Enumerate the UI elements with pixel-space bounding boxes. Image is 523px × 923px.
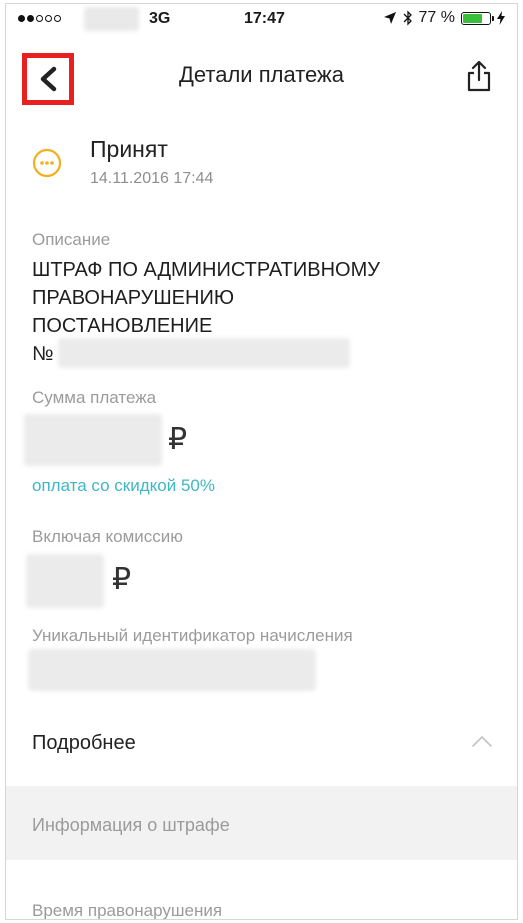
commission-redacted [26, 554, 104, 608]
chevron-up-icon [472, 736, 492, 747]
share-icon [467, 60, 491, 92]
clock: 17:47 [244, 10, 285, 27]
number-prefix: № [32, 343, 54, 365]
uin-label: Уникальный идентификатор начисления [32, 626, 353, 645]
commission-currency: ₽ [112, 563, 132, 596]
fine-info-section-header: Информация о штрафе [6, 786, 517, 860]
amount-currency: ₽ [168, 423, 188, 456]
decree-number-redacted [58, 338, 350, 368]
navigation-bar: Детали платежа [6, 38, 517, 116]
description-label: Описание [32, 230, 111, 249]
carrier-name-redacted [84, 7, 139, 31]
status-bar: 3G 17:47 77 % [6, 4, 517, 38]
status-title: Принят [90, 136, 168, 162]
signal-strength-icon [18, 15, 61, 22]
description-line-3: ПОСТАНОВЛЕНИЕ [32, 315, 213, 337]
more-details-label: Подробнее [32, 732, 136, 754]
commission-label: Включая комиссию [32, 527, 184, 546]
battery-level [463, 13, 482, 23]
battery-icon [461, 11, 494, 25]
fine-info-label: Информация о штрафе [32, 815, 230, 835]
uin-redacted [28, 649, 316, 691]
charging-icon [497, 11, 505, 25]
description-line-1: ШТРАФ ПО АДМИНИСТРАТИВНОМУ [32, 259, 380, 281]
phone-screen: 3G 17:47 77 % Детали платежа Принят 14.1… [5, 3, 518, 920]
violation-time-label: Время правонарушения [32, 901, 223, 920]
location-arrow-icon [383, 12, 396, 24]
page-title: Детали платежа [179, 62, 344, 87]
battery-percent: 77 % [418, 9, 455, 26]
bluetooth-icon [403, 10, 412, 26]
network-type: 3G [149, 10, 171, 27]
status-icons: 77 % [383, 9, 505, 27]
amount-redacted [24, 414, 162, 466]
discount-note: оплата со скидкой 50% [32, 476, 215, 495]
share-button[interactable] [465, 60, 493, 92]
description-line-2: ПРАВОНАРУШЕНИЮ [32, 287, 235, 309]
amount-label: Сумма платежа [32, 388, 157, 407]
more-details-toggle[interactable]: Подробнее [6, 716, 517, 776]
pending-icon [32, 148, 62, 178]
status-datetime: 14.11.2016 17:44 [90, 170, 214, 187]
